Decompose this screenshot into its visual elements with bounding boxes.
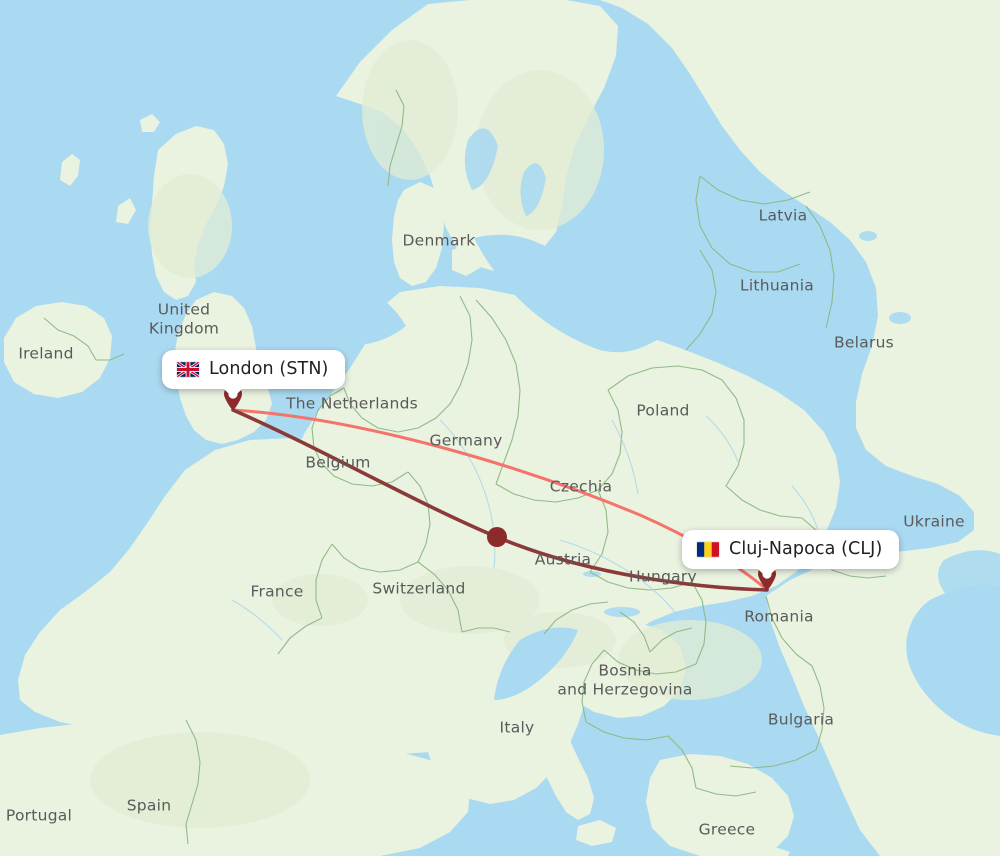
flight-route-map[interactable]: Ireland United Kingdom Denmark Latvia Li… [0,0,1000,856]
flag-ro-icon [697,541,719,557]
map-canvas [0,0,1000,856]
callout-tail-stn [222,387,244,398]
waypoint-stopover-dot [487,527,507,547]
airport-callout-label-stn: London (STN) [209,359,329,379]
airport-callout-clj[interactable]: Cluj-Napoca (CLJ) [682,530,900,578]
flag-gb-icon [177,361,199,377]
callout-tail-clj [756,567,778,578]
airport-callout-stn[interactable]: London (STN) [162,350,346,398]
airport-callout-label-clj: Cluj-Napoca (CLJ) [729,539,883,559]
